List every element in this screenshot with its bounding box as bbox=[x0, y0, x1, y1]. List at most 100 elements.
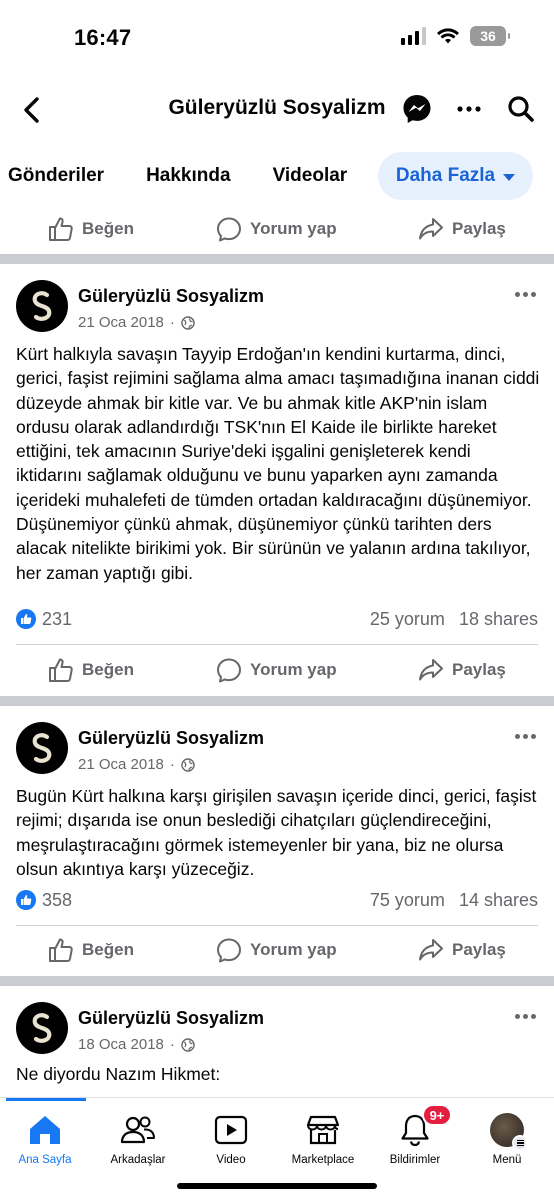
status-icons: 36 bbox=[401, 26, 510, 46]
home-icon bbox=[30, 1116, 60, 1144]
like-button[interactable]: Beğen bbox=[48, 657, 134, 683]
post-text: Ne diyordu Nazım Hikmet: bbox=[16, 1064, 221, 1084]
menu-icon bbox=[512, 1135, 528, 1151]
post-meta: 18 Oca 2018 · bbox=[78, 1036, 195, 1053]
marketplace-icon bbox=[306, 1115, 340, 1145]
post-reactions: 231 25 yorum 18 shares bbox=[16, 606, 538, 632]
nav-video-label: Video bbox=[216, 1154, 246, 1166]
comment-count[interactable]: 25 yorum bbox=[370, 609, 445, 630]
logo-icon bbox=[32, 733, 52, 763]
nav-video[interactable]: Video bbox=[186, 1110, 276, 1166]
share-count[interactable]: 14 shares bbox=[459, 890, 538, 911]
like-button[interactable]: Beğen bbox=[48, 937, 134, 963]
video-icon bbox=[214, 1115, 248, 1145]
comment-count[interactable]: 75 yorum bbox=[370, 890, 445, 911]
signal-icon bbox=[401, 27, 426, 45]
logo-icon bbox=[32, 1013, 52, 1043]
nav-marketplace[interactable]: Marketplace bbox=[278, 1110, 368, 1166]
page-avatar[interactable] bbox=[16, 722, 68, 774]
page-avatar[interactable] bbox=[16, 1002, 68, 1054]
header-actions bbox=[400, 92, 538, 126]
post-author[interactable]: Güleryüzlü Sosyalizm bbox=[78, 286, 264, 307]
post-author[interactable]: Güleryüzlü Sosyalizm bbox=[78, 728, 264, 749]
nav-menu[interactable]: Menü bbox=[462, 1110, 552, 1166]
tab-more[interactable]: Daha Fazla bbox=[378, 152, 533, 200]
post-more-icon[interactable] bbox=[515, 1014, 536, 1019]
like-reaction-icon bbox=[16, 890, 36, 910]
status-time: 16:47 bbox=[74, 25, 132, 50]
share-button[interactable]: Paylaş bbox=[418, 657, 506, 683]
like-count[interactable]: 231 bbox=[42, 609, 72, 630]
nav-friends[interactable]: Arkadaşlar bbox=[93, 1110, 183, 1166]
page-header: Güleryüzlü Sosyalizm bbox=[0, 86, 554, 134]
page-avatar[interactable] bbox=[16, 280, 68, 332]
post-more-icon[interactable] bbox=[515, 292, 536, 297]
search-icon[interactable] bbox=[504, 92, 538, 126]
share-label: Paylaş bbox=[452, 940, 506, 959]
share-count[interactable]: 18 shares bbox=[459, 609, 538, 630]
share-icon bbox=[419, 939, 443, 961]
post-more-icon[interactable] bbox=[515, 734, 536, 739]
post-date[interactable]: 21 Oca 2018 bbox=[78, 314, 164, 331]
engagement-counts: 25 yorum 18 shares bbox=[370, 609, 538, 630]
like-reaction-icon bbox=[16, 609, 36, 629]
share-button[interactable]: Paylaş bbox=[418, 937, 506, 963]
tab-more-label: Daha Fazla bbox=[395, 165, 496, 186]
comment-button[interactable]: Yorum yap bbox=[216, 657, 337, 683]
post-separator bbox=[0, 696, 554, 706]
status-bar: 16:47 36 bbox=[0, 0, 554, 72]
post-author[interactable]: Güleryüzlü Sosyalizm bbox=[78, 1008, 264, 1029]
engagement-counts: 75 yorum 14 shares bbox=[370, 890, 538, 911]
post-actions: Beğen Yorum yap Paylaş bbox=[0, 646, 554, 694]
like-button[interactable]: Beğen bbox=[48, 216, 134, 242]
share-label: Paylaş bbox=[452, 219, 506, 238]
post-meta: 21 Oca 2018 · bbox=[78, 314, 195, 331]
post-card: Güleryüzlü Sosyalizm 18 Oca 2018 · Ne di… bbox=[0, 986, 554, 1097]
thumbs-up-icon bbox=[49, 217, 73, 241]
post-date[interactable]: 21 Oca 2018 bbox=[78, 756, 164, 773]
post-date[interactable]: 18 Oca 2018 bbox=[78, 1036, 164, 1053]
profile-avatar bbox=[490, 1113, 528, 1151]
post-text: Bugün Kürt halkına karşı girişilen savaş… bbox=[16, 786, 537, 879]
home-indicator[interactable] bbox=[177, 1183, 377, 1189]
nav-friends-label: Arkadaşlar bbox=[110, 1154, 166, 1166]
nav-home[interactable]: Ana Sayfa bbox=[0, 1110, 90, 1166]
globe-icon bbox=[181, 1037, 195, 1052]
nav-marketplace-label: Marketplace bbox=[291, 1154, 355, 1166]
meta-dot: · bbox=[169, 1036, 175, 1053]
post-actions: Beğen Yorum yap Paylaş bbox=[0, 205, 554, 253]
like-count[interactable]: 358 bbox=[42, 890, 72, 911]
friends-icon bbox=[120, 1116, 155, 1144]
comment-label: Yorum yap bbox=[250, 940, 337, 959]
comment-button[interactable]: Yorum yap bbox=[216, 937, 337, 963]
reaction-divider bbox=[16, 644, 538, 645]
comment-button[interactable]: Yorum yap bbox=[216, 216, 337, 242]
post-meta: 21 Oca 2018 · bbox=[78, 756, 195, 773]
more-options-icon[interactable] bbox=[452, 92, 486, 126]
share-label: Paylaş bbox=[452, 660, 506, 679]
share-icon bbox=[419, 218, 443, 240]
comment-icon bbox=[217, 658, 241, 683]
meta-dot: · bbox=[169, 314, 175, 331]
active-tab-indicator bbox=[6, 1098, 86, 1101]
messenger-icon[interactable] bbox=[400, 92, 434, 126]
nav-notifications[interactable]: 9+ Bildirimler bbox=[370, 1104, 460, 1166]
like-label: Beğen bbox=[82, 660, 134, 679]
post-separator bbox=[0, 976, 554, 986]
post-reactions: 358 75 yorum 14 shares bbox=[16, 887, 538, 913]
nav-home-label: Ana Sayfa bbox=[18, 1154, 72, 1166]
share-button[interactable]: Paylaş bbox=[418, 216, 506, 242]
tab-videos[interactable]: Videolar bbox=[273, 165, 348, 187]
nav-notifications-label: Bildirimler bbox=[389, 1154, 441, 1166]
comment-icon bbox=[217, 938, 241, 963]
tab-about[interactable]: Hakkında bbox=[146, 165, 230, 187]
post-card: Güleryüzlü Sosyalizm 21 Oca 2018 · Kürt … bbox=[0, 264, 554, 696]
globe-icon bbox=[181, 757, 195, 772]
post-text: Kürt halkıyla savaşın Tayyip Erdoğan'ın … bbox=[16, 344, 540, 583]
page-tabs: Gönderiler Hakkında Videolar Daha Fazla bbox=[0, 152, 554, 200]
tab-posts[interactable]: Gönderiler bbox=[8, 165, 104, 187]
like-label: Beğen bbox=[82, 940, 134, 959]
thumbs-up-icon bbox=[49, 658, 73, 682]
comment-icon bbox=[217, 217, 241, 242]
thumbs-up-icon bbox=[49, 938, 73, 962]
